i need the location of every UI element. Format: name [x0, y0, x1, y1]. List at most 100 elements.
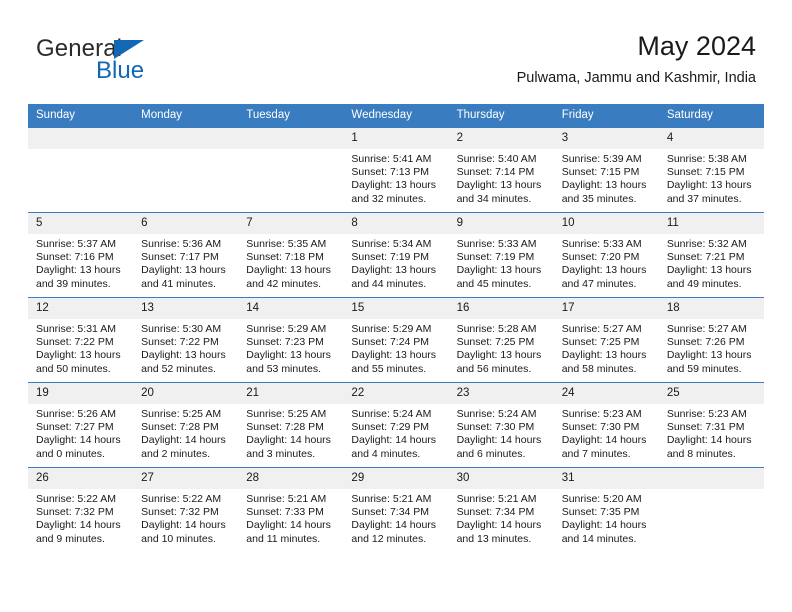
- sunrise-text: Sunrise: 5:32 AM: [666, 238, 747, 250]
- calendar-day-cell[interactable]: 22 Sunrise: 5:24 AM Sunset: 7:29 PM Dayligh…: [343, 382, 449, 468]
- sunrise-text: Sunrise: 5:24 AM: [351, 408, 432, 420]
- daylight-text-line2: and 47 minutes.: [561, 277, 637, 290]
- day-sun-info: Sunrise: 5:21 AM Sunset: 7:34 PM Daylight:…: [343, 489, 448, 546]
- calendar-day-cell[interactable]: 26 Sunrise: 5:22 AM Sunset: 7:32 PM Dayligh…: [28, 467, 134, 552]
- sunrise-text: Sunrise: 5:26 AM: [36, 408, 116, 420]
- sunset-text: Sunset: 7:32 PM: [141, 506, 219, 519]
- sunrise-text: Sunrise: 5:20 AM: [561, 493, 642, 505]
- daylight-text-line2: and 13 minutes.: [456, 532, 532, 545]
- day-sun-info: Sunrise: 5:31 AM Sunset: 7:22 PM Daylight:…: [28, 319, 133, 376]
- daylight-text-line1: Daylight: 13 hours: [351, 264, 437, 277]
- calendar-header-row: Sunday Monday Tuesday Wednesday Thursday Frid…: [28, 104, 764, 128]
- daylight-text-line2: and 53 minutes.: [246, 362, 321, 375]
- calendar-week-row: 19 Sunrise: 5:26 AM Sunset: 7:27 PM Dayligh…: [28, 382, 764, 468]
- daylight-text-line1: Daylight: 13 hours: [36, 264, 121, 277]
- sunrise-text: Sunrise: 5:35 AM: [246, 238, 327, 250]
- daylight-text-line2: and 34 minutes.: [456, 192, 532, 205]
- day-number: 28: [238, 468, 344, 489]
- sunrise-text: Sunrise: 5:30 AM: [141, 323, 222, 335]
- calendar-week-row: 12 Sunrise: 5:31 AM Sunset: 7:22 PM Dayligh…: [28, 297, 764, 383]
- sunset-text: Sunset: 7:24 PM: [351, 336, 430, 349]
- calendar-day-cell[interactable]: 5 Sunrise: 5:37 AM Sunset: 7:16 PM Daylight…: [28, 212, 134, 298]
- calendar-day-cell[interactable]: 16 Sunrise: 5:28 AM Sunset: 7:25 PM Dayligh…: [448, 297, 554, 383]
- daylight-text-line2: and 35 minutes.: [561, 192, 637, 205]
- calendar-day-cell[interactable]: 23 Sunrise: 5:24 AM Sunset: 7:30 PM Dayligh…: [448, 382, 554, 468]
- sunrise-text: Sunrise: 5:31 AM: [36, 323, 116, 335]
- sunset-text: Sunset: 7:23 PM: [246, 336, 324, 349]
- day-number: 8: [343, 213, 449, 234]
- calendar-day-cell-empty: [133, 127, 239, 213]
- daylight-text-line1: Daylight: 14 hours: [456, 434, 542, 447]
- calendar-day-cell[interactable]: 11 Sunrise: 5:32 AM Sunset: 7:21 PM Dayligh…: [658, 212, 764, 298]
- daylight-text-line1: Daylight: 13 hours: [456, 349, 542, 362]
- calendar-day-cell[interactable]: 28 Sunrise: 5:21 AM Sunset: 7:33 PM Dayligh…: [238, 467, 344, 552]
- day-sun-info: Sunrise: 5:33 AM Sunset: 7:20 PM Daylight:…: [554, 234, 659, 291]
- calendar-day-cell[interactable]: 19 Sunrise: 5:26 AM Sunset: 7:27 PM Dayligh…: [28, 382, 134, 468]
- calendar-day-cell[interactable]: 20 Sunrise: 5:25 AM Sunset: 7:28 PM Dayligh…: [133, 382, 239, 468]
- sunset-text: Sunset: 7:22 PM: [141, 336, 219, 349]
- sunrise-text: Sunrise: 5:25 AM: [246, 408, 327, 420]
- daylight-text-line1: Daylight: 14 hours: [36, 434, 121, 447]
- day-sun-info: Sunrise: 5:29 AM Sunset: 7:23 PM Daylight:…: [238, 319, 343, 376]
- daylight-text-line2: and 14 minutes.: [561, 532, 637, 545]
- calendar-week-row: 5 Sunrise: 5:37 AM Sunset: 7:16 PM Daylight…: [28, 212, 764, 298]
- calendar-day-cell[interactable]: 1 Sunrise: 5:41 AM Sunset: 7:13 PM Daylight…: [343, 127, 449, 213]
- calendar-day-cell[interactable]: 2 Sunrise: 5:40 AM Sunset: 7:14 PM Daylight…: [448, 127, 554, 213]
- daylight-text-line2: and 4 minutes.: [351, 447, 421, 460]
- daylight-text-line1: Daylight: 14 hours: [561, 519, 647, 532]
- calendar-day-cell[interactable]: 7 Sunrise: 5:35 AM Sunset: 7:18 PM Daylight…: [238, 212, 344, 298]
- sunrise-text: Sunrise: 5:25 AM: [141, 408, 222, 420]
- sunset-text: Sunset: 7:29 PM: [351, 421, 430, 434]
- sunset-text: Sunset: 7:26 PM: [666, 336, 745, 349]
- weekday-header-monday: Monday: [133, 104, 239, 128]
- sunrise-text: Sunrise: 5:22 AM: [141, 493, 222, 505]
- day-sun-info: Sunrise: 5:26 AM Sunset: 7:27 PM Daylight:…: [28, 404, 133, 461]
- calendar-day-cell[interactable]: 21 Sunrise: 5:25 AM Sunset: 7:28 PM Dayligh…: [238, 382, 344, 468]
- calendar-day-cell[interactable]: 9 Sunrise: 5:33 AM Sunset: 7:19 PM Daylight…: [448, 212, 554, 298]
- sunset-text: Sunset: 7:13 PM: [351, 166, 430, 179]
- calendar-day-cell[interactable]: 17 Sunrise: 5:27 AM Sunset: 7:25 PM Dayligh…: [553, 297, 659, 383]
- daylight-text-line1: Daylight: 13 hours: [141, 349, 226, 362]
- daylight-text-line1: Daylight: 14 hours: [246, 519, 331, 532]
- calendar-day-cell[interactable]: 27 Sunrise: 5:22 AM Sunset: 7:32 PM Dayligh…: [133, 467, 239, 552]
- daylight-text-line1: Daylight: 13 hours: [666, 349, 752, 362]
- page-header: General Blue May 2024 Pulwama, Jammu and…: [0, 0, 792, 100]
- calendar-day-cell[interactable]: 31 Sunrise: 5:20 AM Sunset: 7:35 PM Dayligh…: [553, 467, 659, 552]
- calendar-day-cell[interactable]: 18 Sunrise: 5:27 AM Sunset: 7:26 PM Dayligh…: [658, 297, 764, 383]
- day-number: 13: [133, 298, 239, 319]
- daylight-text-line1: Daylight: 14 hours: [666, 434, 752, 447]
- calendar-day-cell[interactable]: 12 Sunrise: 5:31 AM Sunset: 7:22 PM Dayligh…: [28, 297, 134, 383]
- calendar-day-cell[interactable]: 29 Sunrise: 5:21 AM Sunset: 7:34 PM Dayligh…: [343, 467, 449, 552]
- day-sun-info: Sunrise: 5:27 AM Sunset: 7:25 PM Daylight:…: [554, 319, 659, 376]
- daylight-text-line1: Daylight: 13 hours: [246, 264, 331, 277]
- day-number: [28, 128, 134, 149]
- calendar-day-cell[interactable]: 8 Sunrise: 5:34 AM Sunset: 7:19 PM Daylight…: [343, 212, 449, 298]
- page-title: May 2024: [637, 31, 756, 61]
- daylight-text-line1: Daylight: 14 hours: [36, 519, 121, 532]
- day-sun-info: Sunrise: 5:41 AM Sunset: 7:13 PM Daylight:…: [343, 149, 448, 206]
- calendar-day-cell[interactable]: 6 Sunrise: 5:36 AM Sunset: 7:17 PM Daylight…: [133, 212, 239, 298]
- day-sun-info: Sunrise: 5:20 AM Sunset: 7:35 PM Daylight:…: [554, 489, 659, 546]
- calendar-day-cell[interactable]: 4 Sunrise: 5:38 AM Sunset: 7:15 PM Daylight…: [658, 127, 764, 213]
- calendar-day-cell[interactable]: 10 Sunrise: 5:33 AM Sunset: 7:20 PM Dayligh…: [553, 212, 659, 298]
- day-number: 24: [553, 383, 659, 404]
- day-number: 30: [448, 468, 554, 489]
- calendar-day-cell[interactable]: 24 Sunrise: 5:23 AM Sunset: 7:30 PM Dayligh…: [553, 382, 659, 468]
- calendar-day-cell[interactable]: 25 Sunrise: 5:23 AM Sunset: 7:31 PM Dayligh…: [658, 382, 764, 468]
- daylight-text-line1: Daylight: 14 hours: [141, 434, 226, 447]
- calendar-day-cell[interactable]: 30 Sunrise: 5:21 AM Sunset: 7:34 PM Dayligh…: [448, 467, 554, 552]
- sunset-text: Sunset: 7:16 PM: [36, 251, 114, 264]
- calendar-day-cell[interactable]: 13 Sunrise: 5:30 AM Sunset: 7:22 PM Dayligh…: [133, 297, 239, 383]
- sunset-text: Sunset: 7:19 PM: [456, 251, 535, 264]
- sunrise-text: Sunrise: 5:37 AM: [36, 238, 116, 250]
- calendar-day-cell[interactable]: 3 Sunrise: 5:39 AM Sunset: 7:15 PM Daylight…: [553, 127, 659, 213]
- day-number: 14: [238, 298, 344, 319]
- daylight-text-line2: and 52 minutes.: [141, 362, 216, 375]
- title-block: May 2024 Pulwama, Jammu and Kashmir, Ind…: [517, 30, 756, 88]
- page-subtitle: Pulwama, Jammu and Kashmir, India: [516, 70, 756, 86]
- calendar-day-cell[interactable]: 14 Sunrise: 5:29 AM Sunset: 7:23 PM Dayligh…: [238, 297, 344, 383]
- day-number: [133, 128, 239, 149]
- sunset-text: Sunset: 7:15 PM: [561, 166, 640, 179]
- calendar-day-cell[interactable]: 15 Sunrise: 5:29 AM Sunset: 7:24 PM Dayligh…: [343, 297, 449, 383]
- day-sun-info: Sunrise: 5:37 AM Sunset: 7:16 PM Daylight:…: [28, 234, 133, 291]
